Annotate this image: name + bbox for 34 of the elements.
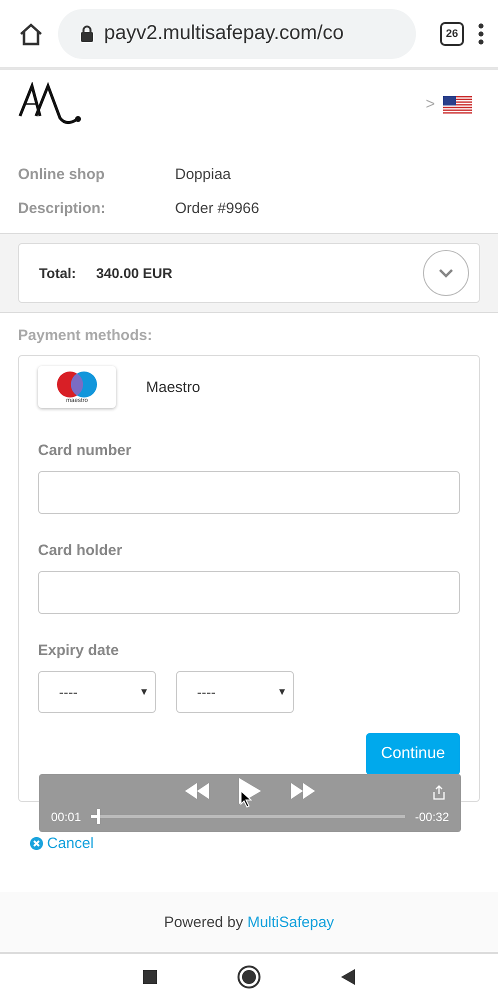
field-label: Card number — [38, 442, 132, 459]
cancel-icon — [30, 837, 43, 850]
home-circle-icon[interactable] — [237, 965, 261, 989]
expand-button[interactable] — [423, 250, 469, 296]
url-field[interactable]: payv2.multisafepay.com/co — [58, 8, 416, 58]
fast-forward-icon[interactable] — [291, 783, 315, 799]
field-label: Card holder — [38, 542, 124, 559]
remaining-time: -00:32 — [414, 810, 449, 824]
detail-value: Doppiaa — [175, 166, 231, 183]
total-amount: 340.00 EUR — [96, 265, 172, 281]
detail-label: Online shop — [18, 166, 106, 183]
total-label: Total: — [39, 265, 76, 281]
home-icon[interactable] — [18, 22, 44, 46]
back-icon[interactable] — [341, 969, 355, 985]
section-heading: Payment methods: — [17, 326, 154, 346]
detail-value: Order #9966 — [175, 200, 260, 217]
method-name: Maestro — [146, 378, 200, 396]
menu-icon[interactable] — [478, 22, 484, 44]
input-field[interactable] — [38, 571, 460, 614]
circles-icon — [54, 370, 100, 398]
share-icon[interactable] — [433, 785, 445, 800]
input-field[interactable] — [38, 471, 460, 514]
select-field[interactable]: ---- ▼ — [176, 671, 294, 713]
detail-label: Description: — [18, 200, 107, 217]
lock-icon — [80, 25, 94, 42]
flag-icon[interactable] — [443, 96, 472, 114]
select-field[interactable]: ---- ▼ — [38, 671, 156, 713]
tab-count[interactable]: 26 — [440, 22, 464, 46]
rewind-icon[interactable] — [185, 783, 209, 799]
powered-by-text: Powered by MultiSafepay — [164, 914, 334, 930]
elapsed-time: 00:01 — [51, 810, 82, 824]
cursor-icon — [240, 790, 252, 808]
field-label: Expiry date — [38, 642, 120, 659]
chevron-icon — [438, 268, 454, 278]
